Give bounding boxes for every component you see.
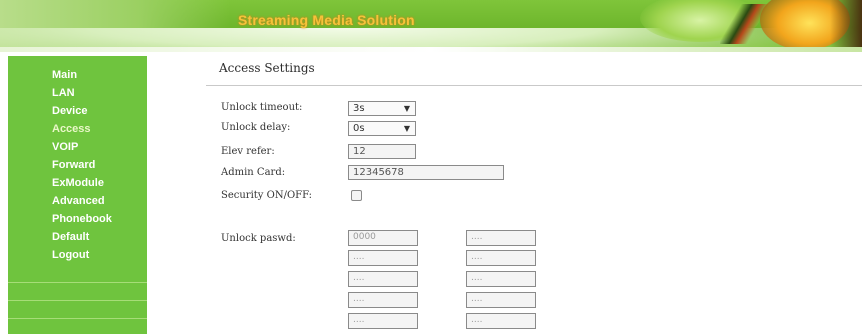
sidebar-nav: Main LAN Device Access VOIP Forward ExMo…	[8, 66, 147, 264]
unlock-timeout-select[interactable]: 3s ▼	[348, 101, 416, 116]
unlock-passwd-input[interactable]: ....	[348, 271, 418, 287]
unlock-timeout-label: Unlock timeout:	[221, 102, 303, 113]
sidebar-item-default[interactable]: Default	[8, 228, 147, 246]
sidebar-item-forward[interactable]: Forward	[8, 156, 147, 174]
sidebar-divider	[8, 282, 147, 283]
sidebar: Main LAN Device Access VOIP Forward ExMo…	[8, 56, 147, 334]
banner-edge	[830, 0, 862, 52]
admin-card-label: Admin Card:	[221, 167, 286, 178]
unlock-passwd-input[interactable]: ....	[466, 230, 536, 246]
page-title: Access Settings	[219, 61, 315, 75]
header-banner: Streaming Media Solution	[0, 0, 862, 52]
unlock-passwd-input[interactable]: ....	[466, 313, 536, 329]
sidebar-item-access[interactable]: Access	[8, 120, 147, 138]
sidebar-item-phonebook[interactable]: Phonebook	[8, 210, 147, 228]
security-label: Security ON/OFF:	[221, 190, 313, 201]
unlock-passwd-input[interactable]: ....	[348, 250, 418, 266]
sidebar-item-exmodule[interactable]: ExModule	[8, 174, 147, 192]
unlock-timeout-value: 3s	[353, 103, 365, 114]
sidebar-divider	[8, 318, 147, 319]
unlock-delay-label: Unlock delay:	[221, 122, 291, 133]
chevron-down-icon: ▼	[403, 124, 410, 133]
unlock-passwd-input[interactable]: ....	[348, 292, 418, 308]
unlock-passwd-input[interactable]: ....	[348, 313, 418, 329]
unlock-delay-value: 0s	[353, 123, 365, 134]
sidebar-item-logout[interactable]: Logout	[8, 246, 147, 264]
banner-title: Streaming Media Solution	[238, 12, 415, 28]
sidebar-divider	[8, 300, 147, 301]
unlock-passwd-input[interactable]: ....	[466, 271, 536, 287]
sidebar-item-main[interactable]: Main	[8, 66, 147, 84]
unlock-delay-select[interactable]: 0s ▼	[348, 121, 416, 136]
admin-card-input[interactable]: 12345678	[348, 165, 504, 180]
title-divider	[206, 85, 862, 86]
sidebar-item-advanced[interactable]: Advanced	[8, 192, 147, 210]
sidebar-item-device[interactable]: Device	[8, 102, 147, 120]
sidebar-item-voip[interactable]: VOIP	[8, 138, 147, 156]
sidebar-item-lan[interactable]: LAN	[8, 84, 147, 102]
banner-bottom-line	[0, 47, 862, 52]
chevron-down-icon: ▼	[403, 104, 410, 113]
unlock-passwd-input[interactable]: ....	[466, 250, 536, 266]
unlock-passwd-label: Unlock paswd:	[221, 233, 296, 244]
security-checkbox[interactable]	[351, 190, 362, 201]
unlock-passwd-input[interactable]: 0000	[348, 230, 418, 246]
unlock-passwd-input[interactable]: ....	[466, 292, 536, 308]
elev-refer-label: Elev refer:	[221, 146, 275, 157]
elev-refer-input[interactable]: 12	[348, 144, 416, 159]
